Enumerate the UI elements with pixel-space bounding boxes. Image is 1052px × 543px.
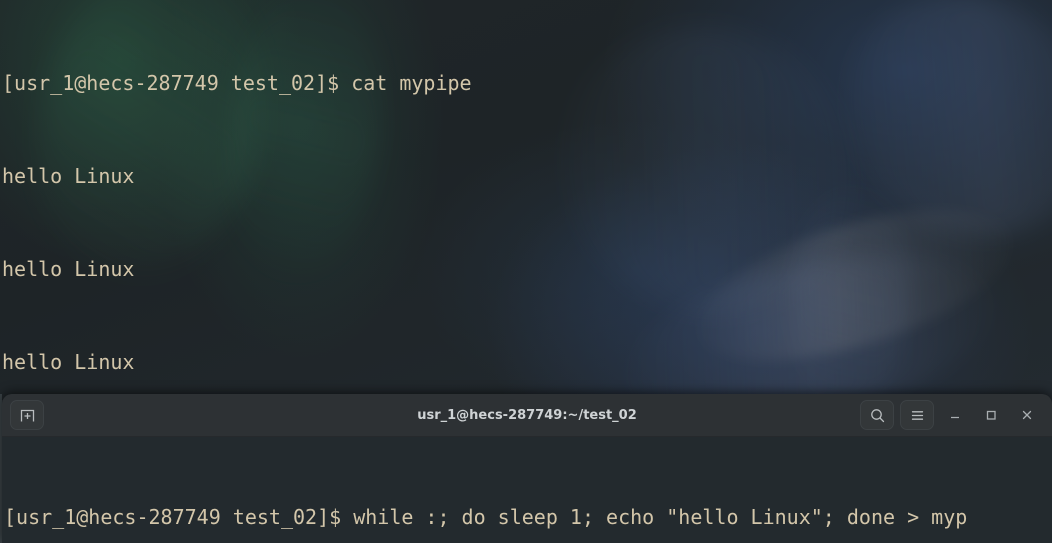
- foreground-terminal-screen[interactable]: [usr_1@hecs-287749 test_02]$ while :; do…: [2, 437, 1052, 543]
- terminal-line-output: hello Linux: [2, 350, 135, 374]
- maximize-icon: [986, 410, 996, 420]
- titlebar-controls[interactable]: [860, 400, 1052, 430]
- terminal-line-prompt: [usr_1@hecs-287749 test_02]$ cat mypipe: [2, 71, 472, 95]
- close-button[interactable]: [1012, 400, 1042, 430]
- minimize-button[interactable]: [940, 400, 970, 430]
- background-terminal-screen[interactable]: [usr_1@hecs-287749 test_02]$ cat mypipe …: [0, 0, 1052, 400]
- search-button[interactable]: [860, 400, 894, 430]
- terminal-line-output: hello Linux: [2, 164, 135, 188]
- search-icon: [870, 408, 884, 422]
- minimize-icon: [951, 416, 959, 419]
- maximize-button[interactable]: [976, 400, 1006, 430]
- menu-button[interactable]: [900, 400, 934, 430]
- new-tab-icon: [20, 409, 34, 421]
- foreground-terminal-window[interactable]: usr_1@hecs-287749:~/test_02 [usr_1@hecs-…: [2, 394, 1052, 543]
- hamburger-menu-icon: [911, 410, 923, 420]
- terminal-command-line-1: [usr_1@hecs-287749 test_02]$ while :; do…: [4, 505, 968, 529]
- new-tab-button[interactable]: [10, 400, 44, 430]
- titlebar[interactable]: usr_1@hecs-287749:~/test_02: [2, 394, 1052, 437]
- terminal-line-output: hello Linux: [2, 257, 135, 281]
- close-icon: [1022, 410, 1032, 420]
